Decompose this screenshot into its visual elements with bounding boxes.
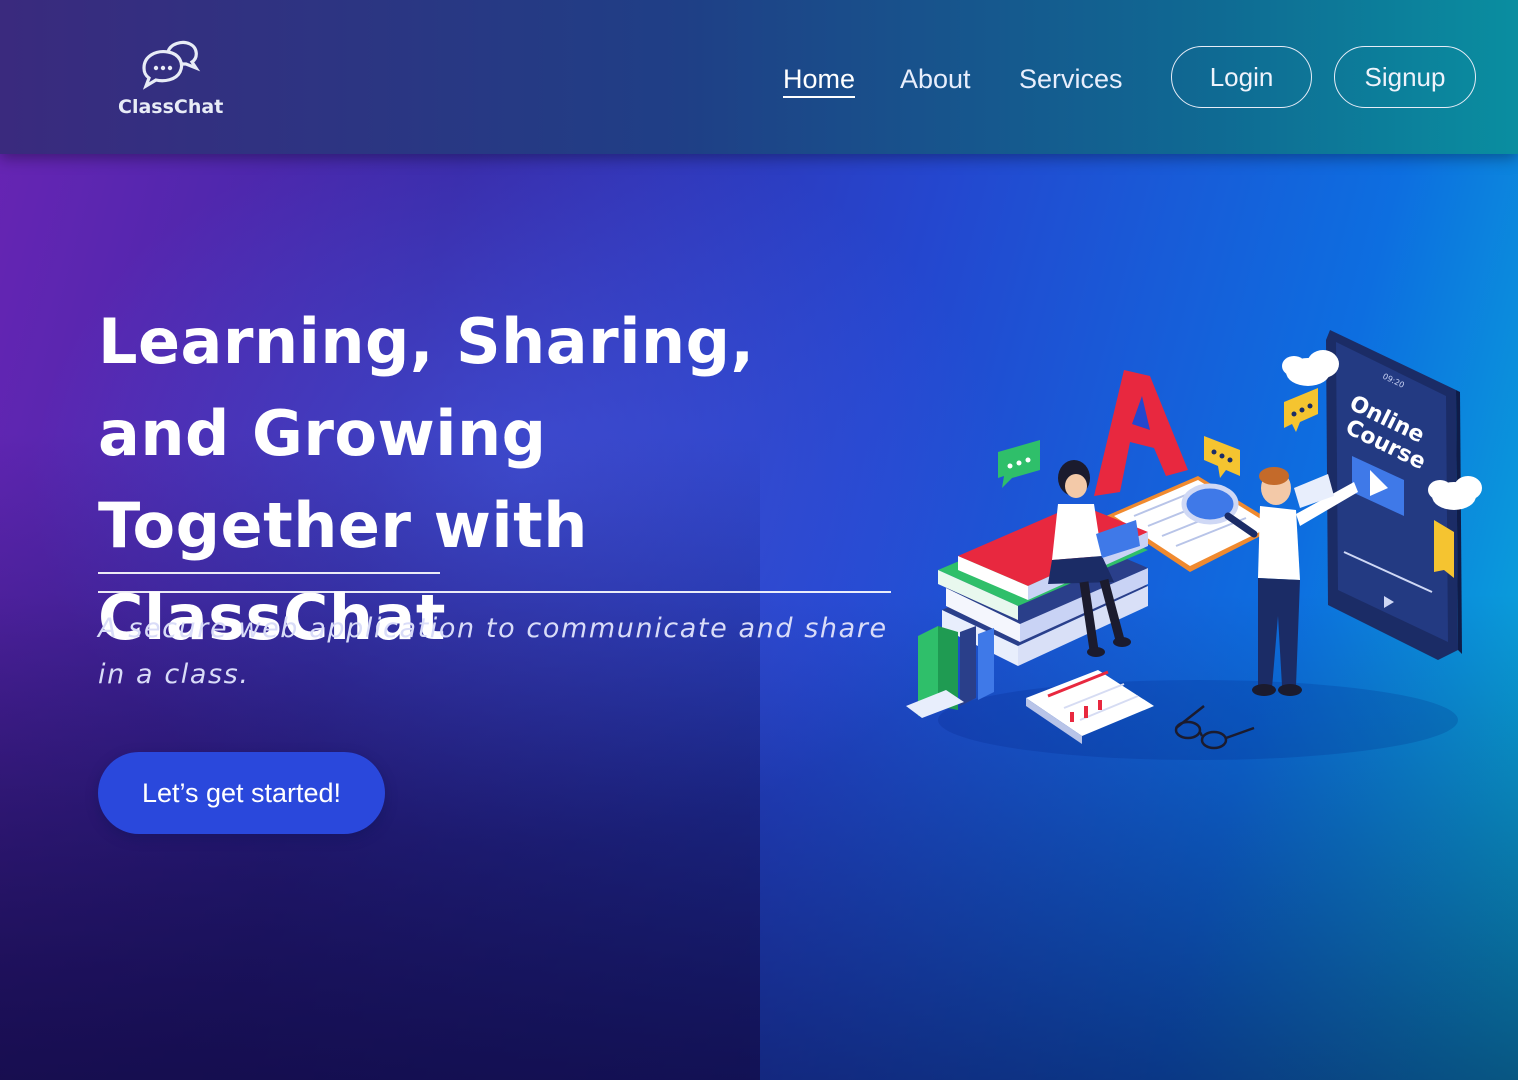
chat-bubbles-icon (142, 40, 201, 90)
chat-bubble-icon (1204, 436, 1240, 478)
nav-home-link[interactable]: Home (783, 62, 856, 98)
online-course-illustration: Online Course 09:20 A (906, 330, 1482, 760)
login-button[interactable]: Login (1171, 46, 1312, 108)
nav-about-link[interactable]: About (900, 62, 971, 96)
chat-bubble-icon (998, 440, 1040, 488)
logo[interactable]: ClassChat (118, 40, 224, 124)
logo-text: ClassChat (118, 96, 224, 118)
letter-a-icon: A (1094, 370, 1188, 496)
nav-services-link[interactable]: Services (1019, 62, 1123, 96)
hero-subtitle: A secure web application to communicate … (98, 613, 888, 690)
signup-button[interactable]: Signup (1334, 46, 1476, 108)
chat-bubble-icon (1284, 388, 1318, 432)
title-underline-long (98, 591, 891, 593)
get-started-button[interactable]: Let’s get started! (98, 752, 385, 834)
navbar: ClassChat Home About Services Login Sign… (0, 0, 1518, 154)
title-underline-short (98, 572, 440, 574)
